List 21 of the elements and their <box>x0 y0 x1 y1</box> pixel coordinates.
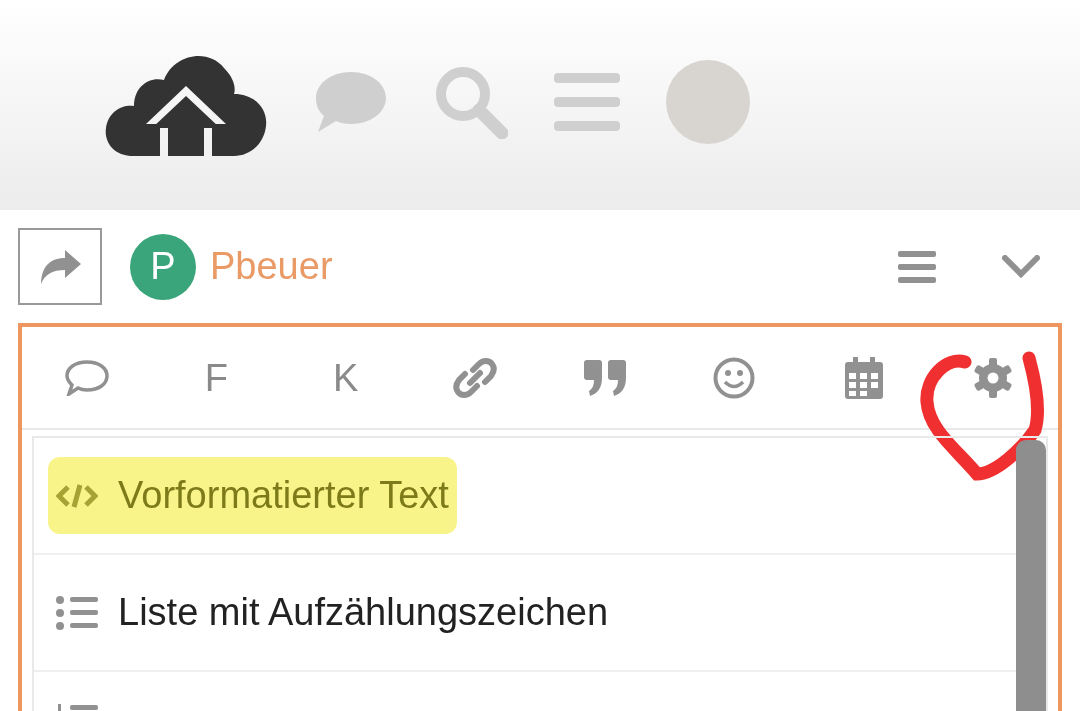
user-avatar: P <box>130 233 196 300</box>
gear-icon[interactable] <box>973 357 1014 398</box>
scrollbar[interactable] <box>1016 440 1046 711</box>
username: Pbeuer <box>210 244 333 289</box>
menu-item-label: Vorformatierter Text <box>118 473 449 518</box>
chevron-down-icon[interactable] <box>1002 254 1040 279</box>
reply-button[interactable] <box>18 228 102 305</box>
menu-item-label: Liste mit Aufzählungszeichen <box>118 590 609 635</box>
code-icon <box>56 482 98 509</box>
smiley-icon[interactable] <box>713 356 756 399</box>
chat-bubble-icon[interactable] <box>64 359 109 396</box>
quote-icon[interactable] <box>583 359 626 396</box>
menu-icon[interactable] <box>898 250 936 283</box>
link-icon[interactable] <box>453 355 498 400</box>
menu-item[interactable]: Liste mit Aufzählungszeichen <box>34 555 1016 672</box>
calendar-icon[interactable] <box>844 356 883 399</box>
bullet-list-icon <box>56 595 98 630</box>
share-arrow-icon <box>39 249 81 284</box>
format-button[interactable]: K <box>333 358 359 397</box>
format-button[interactable]: F <box>204 358 228 397</box>
menu-item[interactable]: Vorformatierter Text <box>34 438 1016 555</box>
